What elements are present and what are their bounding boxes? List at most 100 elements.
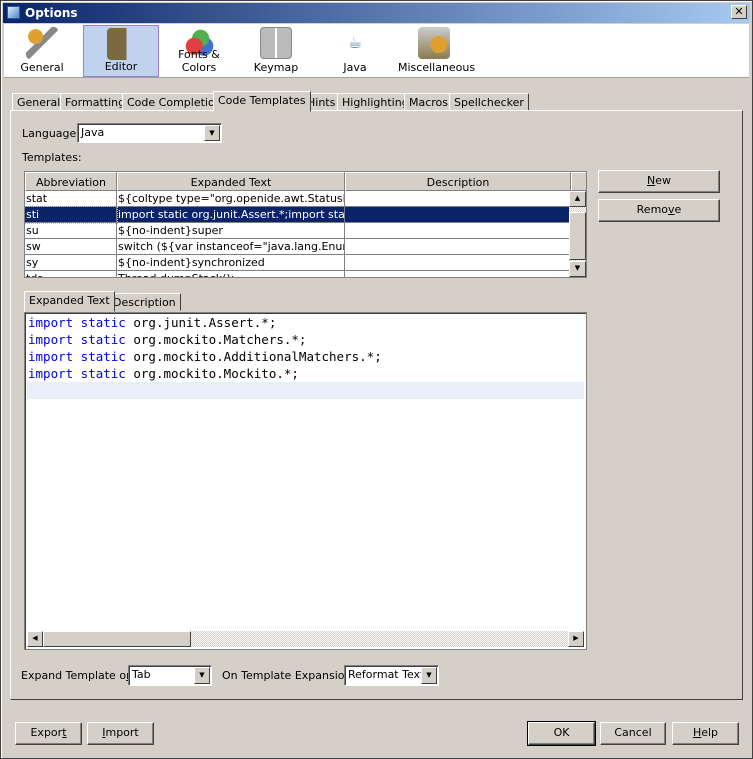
category-java[interactable]: ☕ Java: [316, 25, 394, 77]
close-button[interactable]: ✕: [731, 5, 747, 19]
code-line: import static org.mockito.Matchers.*;: [28, 331, 306, 348]
chevron-down-icon: ▼: [204, 125, 220, 141]
cell-desc: [345, 239, 571, 255]
scroll-up-icon[interactable]: ▲: [569, 191, 586, 207]
keyboard-keys-icon: [260, 27, 292, 59]
scroll-thumb[interactable]: [569, 212, 586, 260]
keyword: import static: [28, 349, 126, 364]
keyword: import static: [28, 366, 126, 381]
on-expansion-select[interactable]: Reformat Text ▼: [344, 665, 439, 686]
export-button[interactable]: Export: [15, 722, 82, 745]
cell-desc: [345, 191, 571, 207]
category-label: Miscellaneous: [398, 61, 476, 74]
column-header-description[interactable]: Description: [345, 172, 571, 191]
category-label: Editor: [104, 60, 138, 73]
category-label: Java: [343, 61, 367, 74]
tab-highlighting[interactable]: Highlighting: [337, 93, 414, 111]
tab-macros[interactable]: Macros: [404, 93, 454, 111]
category-general[interactable]: General: [16, 25, 68, 77]
expand-on-select[interactable]: Tab ▼: [128, 665, 212, 686]
import-button[interactable]: Import: [87, 722, 154, 745]
table-row[interactable]: sw switch (${var instanceof="java.lang.En…: [25, 239, 571, 255]
expand-on-label: Expand Template on:: [21, 669, 137, 682]
help-button[interactable]: Help: [672, 722, 739, 745]
chevron-down-icon: ▼: [194, 667, 210, 684]
code-line: import static org.junit.Assert.*;: [28, 314, 276, 331]
scroll-right-icon[interactable]: ▶: [568, 631, 584, 647]
on-expansion-value: Reformat Text: [348, 668, 425, 681]
code-text: org.mockito.Mockito.*;: [125, 366, 299, 381]
table-row[interactable]: sti import static org.junit.Assert.*;impo…: [25, 206, 571, 224]
templates-label: Templates:: [22, 151, 82, 164]
java-icon: ☕: [347, 33, 363, 52]
cell-text: ${no-indent}synchronized: [117, 255, 345, 271]
tab-general[interactable]: General: [12, 93, 66, 111]
cell-text: ${no-indent}super: [117, 223, 345, 239]
book-pencil-icon: [107, 28, 135, 60]
templates-table: Abbreviation Expanded Text Description s…: [24, 171, 587, 278]
category-miscellaneous[interactable]: Miscellaneous: [398, 25, 476, 77]
ok-button[interactable]: OK: [527, 721, 596, 746]
cell-text: ${coltype type="org.openide.awt.StatusDi…: [117, 191, 345, 207]
table-row[interactable]: su ${no-indent}super: [25, 223, 571, 239]
category-label: Keymap: [253, 61, 299, 74]
category-fonts-colors[interactable]: Fonts & Colors: [161, 25, 237, 77]
cell-text: switch (${var instanceof="java.lang.Enum…: [117, 239, 345, 255]
cell-desc: [345, 207, 571, 223]
cell-text: import static org.junit.Assert.*;import …: [117, 207, 345, 223]
tab-spellchecker[interactable]: Spellchecker: [449, 93, 529, 111]
keyword: import static: [28, 315, 126, 330]
expanded-text-editor[interactable]: import static org.junit.Assert.*; import …: [24, 312, 587, 650]
table-row[interactable]: tdsThread.dumpStack();: [25, 271, 571, 277]
language-label: Language:: [22, 127, 80, 140]
cell-abbr: tds: [25, 271, 117, 277]
category-label: General: [20, 61, 64, 74]
table-row[interactable]: stat ${coltype type="org.openide.awt.Stat…: [25, 191, 571, 207]
window-title: Options: [25, 6, 78, 20]
code-line: import static org.mockito.AdditionalMatc…: [28, 348, 382, 365]
code-text: org.mockito.Matchers.*;: [125, 332, 307, 347]
title-bar: Options ✕: [3, 3, 750, 23]
gear-wrench-icon: [26, 27, 58, 59]
code-text: org.mockito.AdditionalMatchers.*;: [125, 349, 382, 364]
scroll-down-icon[interactable]: ▼: [569, 261, 586, 277]
scroll-left-icon[interactable]: ◀: [27, 631, 43, 647]
cell-desc: [345, 255, 571, 271]
new-button[interactable]: New: [598, 170, 720, 193]
language-value: Java: [81, 126, 105, 139]
header-corner: [571, 172, 586, 191]
on-expansion-label: On Template Expansion:: [222, 669, 356, 682]
category-label: Fonts & Colors: [178, 48, 220, 74]
column-header-expanded-text[interactable]: Expanded Text: [117, 172, 345, 191]
tab-formatting[interactable]: Formatting: [60, 93, 131, 111]
cell-desc: [345, 223, 571, 239]
editor-horizontal-scrollbar[interactable]: ◀ ▶: [27, 631, 584, 647]
expand-on-value: Tab: [132, 668, 151, 681]
code-text: org.junit.Assert.*;: [125, 315, 277, 330]
scroll-thumb[interactable]: [43, 631, 191, 647]
category-keymap[interactable]: Keymap: [246, 25, 306, 77]
tab-code-templates[interactable]: Code Templates: [213, 91, 311, 112]
code-line: import static org.mockito.Mockito.*;: [28, 365, 299, 382]
remove-button[interactable]: Remove: [598, 199, 720, 222]
chevron-down-icon: ▼: [421, 667, 437, 684]
table-row[interactable]: sy ${no-indent}synchronized: [25, 255, 571, 271]
table-vertical-scrollbar[interactable]: ▲ ▼: [569, 191, 586, 277]
cell-abbr: sw: [25, 239, 117, 255]
cancel-button[interactable]: Cancel: [600, 722, 666, 745]
keyword: import static: [28, 332, 126, 347]
cell-abbr: su: [25, 223, 117, 239]
language-select[interactable]: Java ▼: [77, 123, 222, 143]
cell-abbr: sti: [25, 206, 118, 224]
category-editor[interactable]: Editor: [83, 25, 159, 77]
app-icon: [7, 6, 20, 19]
subtab-description[interactable]: Description: [108, 293, 181, 311]
category-toolbar: General Editor Fonts & Colors Keymap ☕ J…: [4, 24, 749, 78]
current-line-highlight: [27, 382, 584, 399]
tab-code-completion[interactable]: Code Completion: [122, 93, 227, 111]
cell-text: Thread.dumpStack();: [117, 271, 345, 277]
cell-abbr: stat: [25, 191, 117, 207]
cell-desc: [345, 271, 571, 277]
subtab-expanded-text[interactable]: Expanded Text: [24, 291, 115, 312]
column-header-abbreviation[interactable]: Abbreviation: [25, 172, 117, 191]
